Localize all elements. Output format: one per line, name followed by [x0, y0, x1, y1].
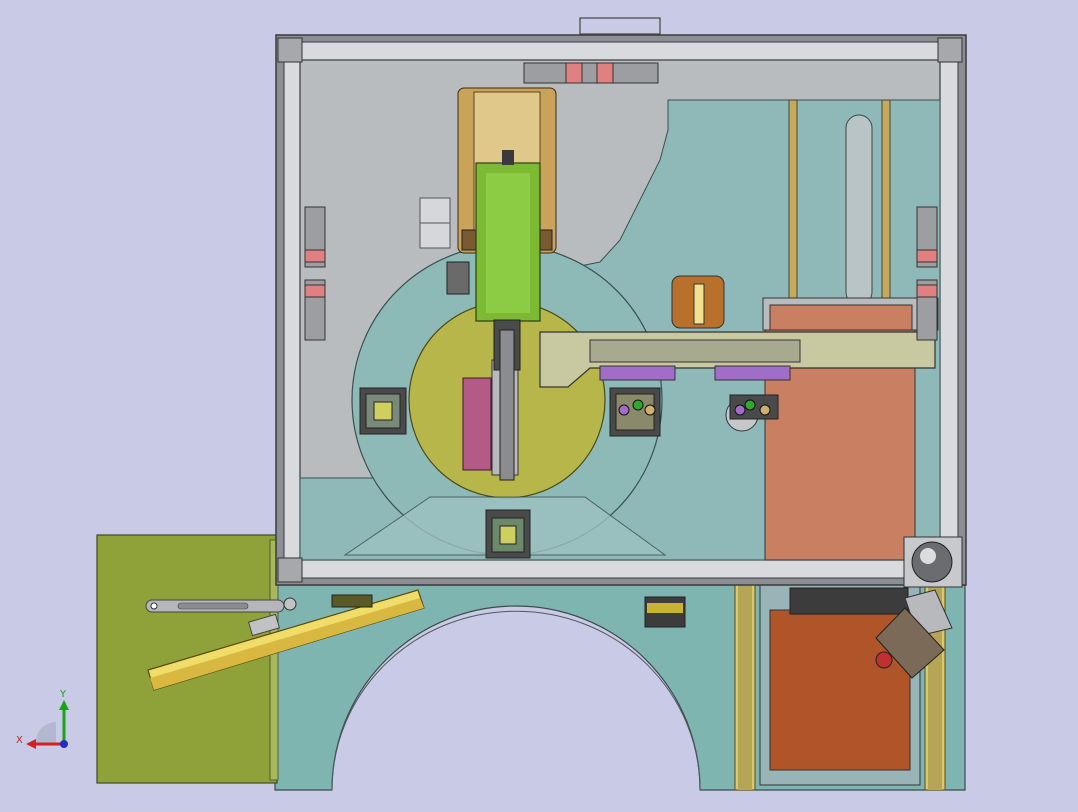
- cad-model-scene[interactable]: Y X: [0, 0, 1078, 808]
- cam-follower-block[interactable]: [671, 275, 725, 329]
- lower-orange-plate[interactable]: [769, 587, 911, 771]
- station-left[interactable]: [359, 387, 407, 435]
- station-right-1[interactable]: [609, 387, 661, 437]
- x-axis-label: X: [16, 735, 23, 746]
- y-axis-label: Y: [59, 689, 67, 700]
- door-hinge-arm[interactable]: [145, 597, 297, 613]
- green-carriage[interactable]: [475, 150, 541, 322]
- y-axis-arrowhead: [59, 700, 69, 710]
- x-axis-arrowhead: [26, 739, 36, 749]
- station-bottom[interactable]: [485, 509, 531, 559]
- top-edge-clips: [579, 17, 661, 35]
- z-axis-origin: [60, 740, 68, 748]
- top-cylinders[interactable]: [523, 62, 659, 84]
- axis-triad: Y X: [16, 689, 69, 749]
- sensor-ball[interactable]: [903, 536, 963, 588]
- cad-viewport[interactable]: Y X: [0, 0, 1078, 808]
